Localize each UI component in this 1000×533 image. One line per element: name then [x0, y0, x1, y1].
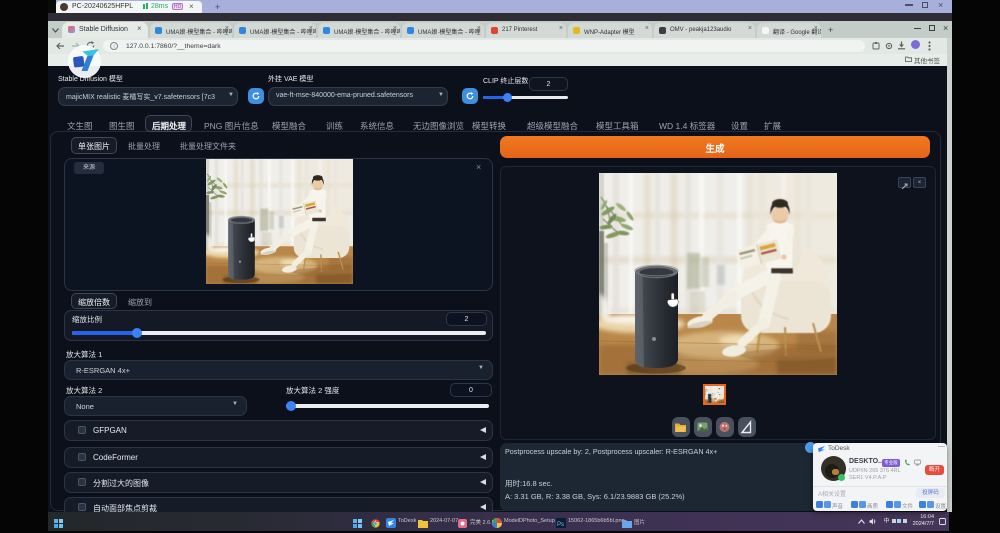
svg-text:Ps: Ps	[557, 522, 564, 528]
